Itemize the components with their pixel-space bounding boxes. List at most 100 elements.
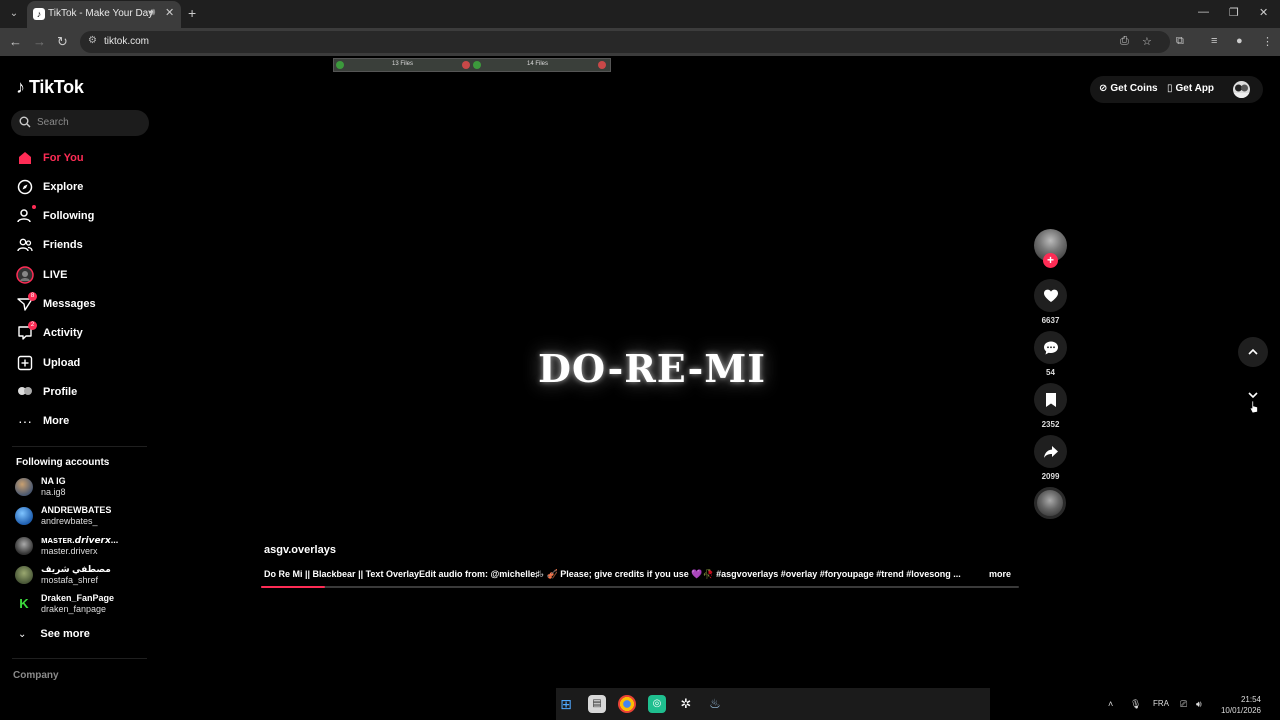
minimize-button[interactable]: — [1198,6,1209,18]
sidebar-item-following[interactable]: Following [16,205,156,226]
network-icon[interactable]: ⎚ [1180,699,1187,710]
sidebar-item-upload[interactable]: Upload [16,353,156,373]
avatar [15,478,33,496]
sidebar-item-label: Explore [43,181,84,193]
account-handle: mostafa_shref [41,575,99,585]
company-link[interactable]: Company [13,670,59,681]
get-coins-button[interactable]: ⊘ Get Coins [1099,83,1158,94]
phone-icon: ▯ [1167,83,1173,94]
bookmark-icon [1045,392,1056,407]
close-icon[interactable] [598,61,606,69]
sidebar-item-live[interactable]: LIVE [16,265,156,285]
browser-menu-icon[interactable]: ⋮ [1262,35,1273,48]
video-progress-bar[interactable] [261,586,1019,588]
bookmark-star-icon[interactable]: ☆ [1142,35,1152,48]
follow-plus-button[interactable]: + [1043,253,1058,268]
sidebar-item-for-you[interactable]: For You [16,148,156,168]
search-input[interactable]: Search [11,110,149,136]
comment-button[interactable] [1034,331,1067,364]
profile-icon [16,383,34,401]
avatar [15,507,33,525]
forward-button[interactable]: → [33,34,46,49]
account-name: ᴍᴀsᴛᴇʀ.𝙙𝙧𝙞𝙫𝙚𝙧𝙭... [41,535,119,545]
files-count-right: 14 Files [527,61,549,67]
sidebar-item-more[interactable]: ··· More [16,411,156,431]
following-account[interactable]: ANDREWBATES andrewbates_ [15,505,155,529]
sidebar-item-activity[interactable]: 2 Activity [16,321,156,343]
following-account[interactable]: مصطفي شريف mostafa_shref [15,564,155,588]
steam-icon[interactable]: ♨ [706,695,724,713]
media-control-icon[interactable]: ≡ [1211,35,1217,47]
user-avatar[interactable] [1233,81,1250,98]
sidebar-item-label: For You [43,152,84,164]
tab-close-icon[interactable]: ✕ [165,6,174,19]
close-window-button[interactable]: ✕ [1259,6,1268,19]
see-more-button[interactable]: ⌄ See more [18,628,90,640]
heart-icon [1043,289,1058,302]
address-bar[interactable]: ⚙ tiktok.com ⎙ ☆ [80,31,1170,53]
account-handle: draken_fanpage [41,604,107,614]
previous-video-button[interactable] [1238,337,1268,367]
activity-icon: 2 [16,321,37,342]
sound-disc[interactable] [1034,487,1066,519]
sidebar-item-friends[interactable]: Friends [16,235,156,255]
save-button[interactable] [1034,383,1067,416]
speaker-icon[interactable]: 🔊︎ [149,7,155,18]
chevron-up-icon [1248,348,1258,355]
coin-icon: ⊘ [1099,83,1108,94]
check-icon [336,61,344,69]
get-app-button[interactable]: ▯ Get App [1167,83,1214,94]
sidebar-divider [12,658,147,659]
profile-avatar-icon[interactable]: ● [1236,35,1243,47]
share-button[interactable] [1034,435,1067,468]
sidebar-item-label: Profile [43,386,78,398]
sidebar-item-messages[interactable]: 8 Messages [16,292,156,314]
account-handle: andrewbates_ [41,516,98,526]
tray-chevron-up-icon[interactable]: ˄ [1108,699,1113,709]
volume-icon[interactable]: 🔊︎ [1196,699,1202,710]
close-icon[interactable] [462,61,470,69]
like-button[interactable] [1034,279,1067,312]
sidebar-item-profile[interactable]: Profile [16,382,156,402]
site-info-icon[interactable]: ⚙ [88,35,97,46]
following-account[interactable]: ᴍᴀsᴛᴇʀ.𝙙𝙧𝙞𝙫𝙚𝙧𝙭... master.driverx [15,535,155,559]
system-clock[interactable]: 21:54 10/01/2026 [1215,694,1261,716]
chrome-icon[interactable] [618,695,636,713]
browser-tab[interactable]: ♪ TikTok - Make Your Day 🔊︎ ✕ [27,1,181,28]
reload-button[interactable]: ↻ [57,34,68,50]
tab-search-chevron-icon[interactable]: ⌄ [6,6,22,22]
home-icon [16,149,34,167]
search-placeholder: Search [37,117,69,128]
tiktok-note-icon: ♪ [16,76,25,97]
app-icon[interactable]: ◎ [648,695,666,713]
sidebar-item-label: Activity [43,327,83,339]
language-indicator[interactable]: FRA [1153,699,1169,708]
following-account[interactable]: K Draken_FanPage draken_fanpage [15,593,155,617]
files-overlay-strip: 13 Files 14 Files [333,58,611,72]
like-count: 6637 [1041,316,1060,325]
install-app-icon[interactable]: ⎙ [1120,35,1129,48]
tiktok-logo[interactable]: ♪ TikTok [16,76,84,98]
top-right-actions: ⊘ Get Coins ▯ Get App [1090,76,1263,103]
steelseries-icon[interactable]: ✲ [677,695,695,713]
sidebar-item-explore[interactable]: Explore [16,177,156,197]
back-button[interactable]: ← [9,34,22,49]
save-count: 2352 [1041,420,1060,429]
caption-more-link[interactable]: more [989,569,1011,579]
share-arrow-icon [1043,445,1058,458]
file-explorer-icon[interactable]: ▤ [588,695,606,713]
account-name: ANDREWBATES [41,505,112,515]
windows-start-icon[interactable]: ⊞ [557,695,575,713]
video-author[interactable]: asgv.overlays [264,544,336,556]
following-account[interactable]: NA IG na.ig8 [15,476,155,500]
address-text[interactable]: tiktok.com [104,36,149,47]
video-overlay-text: DO-RE-MI [538,346,767,391]
microphone-icon[interactable]: 🎙︎ [1130,699,1141,710]
check-icon [473,61,481,69]
extensions-icon[interactable]: ⧉ [1176,35,1184,48]
sidebar-item-label: More [43,415,70,427]
compass-icon [16,178,34,196]
new-tab-button[interactable]: + [188,5,196,21]
restore-button[interactable]: ❐ [1229,6,1239,19]
messages-badge: 8 [28,292,37,301]
